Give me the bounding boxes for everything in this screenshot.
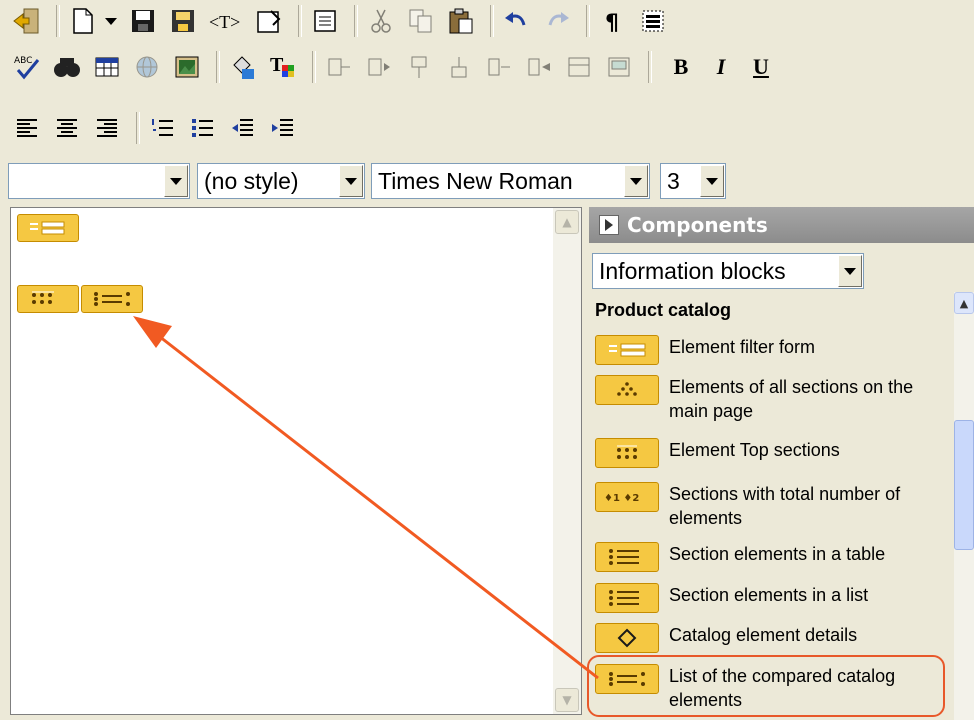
arrow-annotation	[133, 316, 599, 680]
